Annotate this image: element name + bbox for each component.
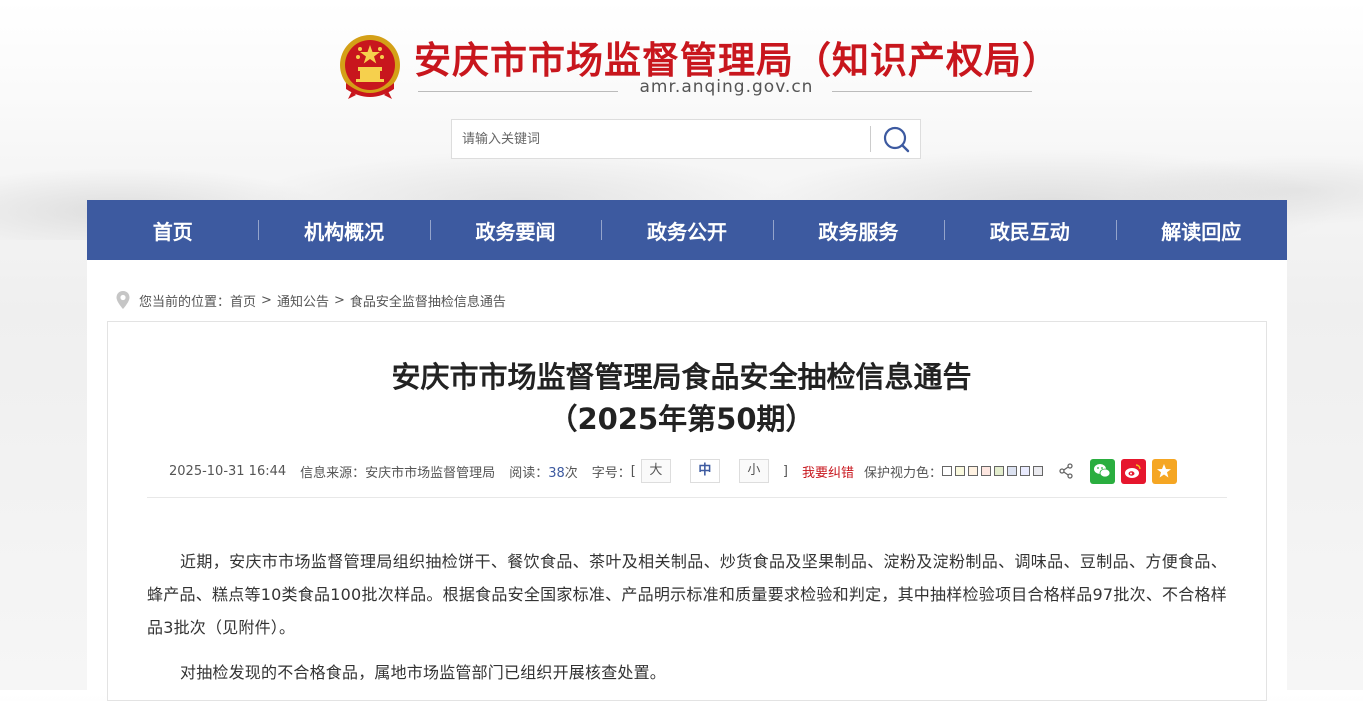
nav-item-news[interactable]: 政务要闻 [429, 200, 601, 260]
breadcrumb-prefix: 您当前的位置： [139, 294, 231, 310]
search-divider [870, 126, 871, 152]
font-small-button[interactable]: 小 [738, 459, 769, 483]
font-large-button[interactable]: 大 [640, 459, 671, 483]
breadcrumb-current[interactable]: 食品安全监督抽检信息通告 [350, 291, 506, 310]
nav-item-services[interactable]: 政务服务 [772, 200, 944, 260]
nav-item-interpretation[interactable]: 解读回应 [1115, 200, 1287, 260]
qzone-star-icon [1157, 464, 1172, 478]
publish-datetime: 2025-10-31 16:44 [169, 463, 287, 479]
search-icon[interactable] [874, 122, 918, 156]
source-label: 信息来源： [300, 465, 366, 481]
eye-care-swatch[interactable] [1019, 466, 1030, 476]
site-title: 安庆市市场监督管理局（知识产权局） [414, 39, 1060, 82]
domain-left-line [418, 91, 618, 92]
nav-item-interaction[interactable]: 政民互动 [944, 200, 1115, 260]
wechat-share-button[interactable] [1089, 458, 1115, 484]
font-medium-button[interactable]: 中 [689, 459, 720, 483]
eye-care-swatch[interactable] [1032, 466, 1043, 476]
source-info: 信息来源：安庆市市场监督管理局 [300, 462, 495, 481]
breadcrumb-home[interactable]: 首页 [230, 291, 256, 310]
site-header: 安庆市市场监督管理局（知识产权局） amr.anqing.gov.cn [0, 0, 1363, 200]
weibo-share-button[interactable] [1120, 458, 1146, 484]
eye-care-swatch[interactable] [993, 466, 1004, 476]
source-value: 安庆市市场监督管理局 [365, 465, 496, 481]
breadcrumb-notices[interactable]: 通知公告 [277, 291, 329, 310]
nav-item-home[interactable]: 首页 [87, 200, 258, 260]
breadcrumb: 您当前的位置： 首页 > 通知公告 > 食品安全监督抽检信息通告 [115, 290, 506, 310]
main-nav: 首页 机构概况 政务要闻 政务公开 政务服务 政民互动 解读回应 [87, 200, 1287, 260]
article-paragraph: 对抽检发现的不合格食品，属地市场监管部门已组织开展核查处置。 [180, 663, 667, 682]
article-paragraph: 近期，安庆市市场监督管理局组织抽检饼干、餐饮食品、茶叶及相关制品、炒货食品及坚果… [147, 552, 1227, 637]
eye-care-swatches [941, 466, 1046, 476]
wechat-icon [1094, 464, 1111, 478]
location-pin-icon [116, 291, 130, 309]
eye-care-swatch[interactable] [954, 466, 965, 476]
meta-divider [147, 497, 1227, 498]
nav-item-disclosure[interactable]: 政务公开 [601, 200, 772, 260]
views-unit: 次 [564, 465, 578, 481]
report-error-link[interactable]: 我要纠错 [802, 462, 854, 481]
article-subtitle: （2025年第50期） [548, 402, 815, 436]
font-bracket-close: ] [782, 463, 788, 479]
view-count: 阅读：38次 [509, 462, 578, 481]
views-value: 38 [548, 465, 565, 481]
search-input[interactable] [452, 120, 870, 158]
font-bracket-open: [ [630, 463, 636, 479]
breadcrumb-separator: > [333, 292, 345, 308]
qzone-share-button[interactable] [1151, 458, 1177, 484]
eye-care-swatch[interactable] [1006, 466, 1017, 476]
views-label: 阅读： [509, 465, 549, 481]
eye-care-label: 保护视力色： [863, 465, 942, 481]
font-size-label: 字号： [591, 465, 631, 481]
weibo-icon [1125, 464, 1142, 478]
site-domain: amr.anqing.gov.cn [639, 77, 814, 97]
article-meta: 2025-10-31 16:44 信息来源：安庆市市场监督管理局 阅读：38次 … [169, 458, 1177, 484]
breadcrumb-separator: > [261, 292, 272, 308]
font-size-control: 字号： [ 大 中 小 ] [592, 459, 788, 483]
eye-care-swatch[interactable] [967, 466, 978, 476]
article-title: 安庆市市场监督管理局食品安全抽检信息通告 [391, 360, 972, 394]
national-emblem-icon [340, 35, 400, 99]
nav-item-organization[interactable]: 机构概况 [258, 200, 429, 260]
domain-right-line [832, 91, 1032, 92]
search-box [451, 119, 921, 159]
eye-care-swatch[interactable] [980, 466, 991, 476]
eye-care-swatch[interactable] [941, 466, 952, 476]
share-icon[interactable] [1058, 463, 1074, 479]
